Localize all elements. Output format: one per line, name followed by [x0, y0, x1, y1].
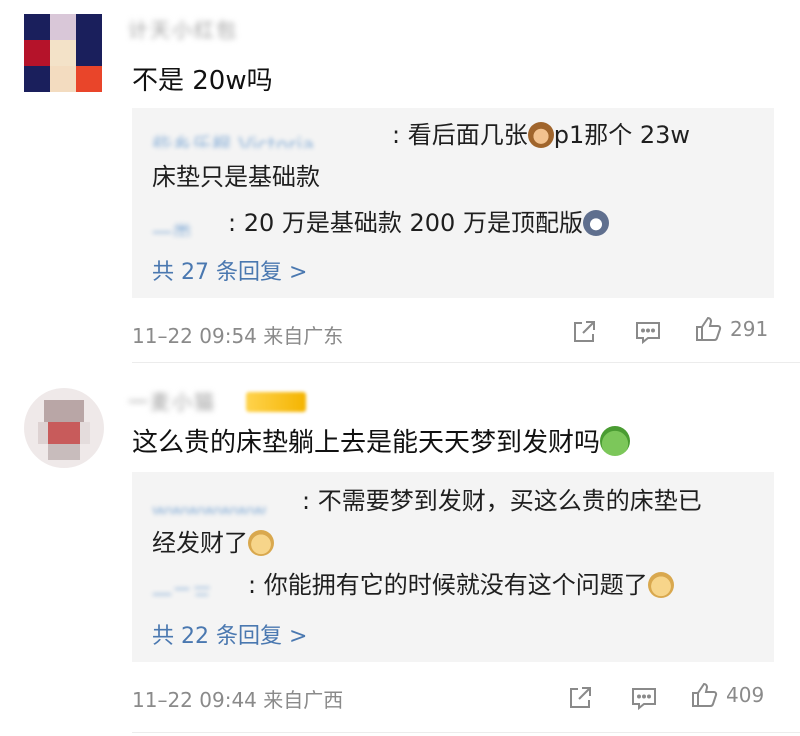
reply-text: 20 万是基础款 200 万是顶配版 [243, 209, 583, 237]
like-button[interactable]: 409 [690, 680, 764, 710]
dog-face-icon [582, 210, 609, 236]
divider [132, 362, 800, 363]
reply-box[interactable]: wwwwwww: 不需要梦到发财，买这么贵的床垫已 经发财了 一二三: 你能拥有… [132, 472, 774, 662]
thumbs-up-icon [696, 316, 722, 341]
divider [132, 732, 800, 733]
location: 来自广西 [263, 688, 344, 712]
share-icon [574, 321, 595, 342]
comment-button[interactable] [630, 684, 658, 712]
reply-username[interactable]: 一二三 [152, 574, 248, 598]
see-no-evil-monkey-icon [527, 122, 554, 148]
avatar[interactable] [24, 388, 104, 468]
reply-text-line2: 经发财了 [152, 529, 248, 557]
like-count: 291 [730, 317, 769, 341]
reply-item[interactable]: wwwwwww: 不需要梦到发财，买这么贵的床垫已 经发财了 [152, 480, 758, 564]
thumbs-up-icon [692, 682, 718, 707]
reply-username[interactable]: 一类 [152, 212, 228, 236]
member-badge [246, 392, 306, 412]
location: 来自广东 [263, 324, 344, 348]
share-button[interactable] [570, 318, 598, 346]
frog-face-icon [600, 426, 631, 456]
doge-icon [647, 572, 674, 598]
comment-icon [632, 688, 656, 711]
reply-text-line2: 床垫只是基础款 [152, 163, 320, 191]
comment-card: 计天小红包 不是 20w吗 些乡乐枫 Victoria: 看后面几张 p1那个 2… [0, 0, 800, 364]
comment-meta: 11–22 09:44 来自广西 [132, 684, 343, 713]
reply-item[interactable]: 一二三: 你能拥有它的时候就没有这个问题了 [152, 564, 758, 606]
comment-text: 不是 20w吗 [132, 66, 273, 96]
reply-username[interactable]: wwwwwww [152, 490, 302, 514]
share-button[interactable] [566, 684, 594, 712]
comment-button[interactable] [634, 318, 662, 346]
share-icon [570, 687, 591, 708]
like-button[interactable]: 291 [694, 314, 768, 344]
timestamp: 11–22 09:44 [132, 688, 257, 712]
comment-icon [636, 322, 660, 345]
comment-text: 这么贵的床垫躺上去是能天天梦到发财吗 [132, 422, 631, 459]
username[interactable]: 一麦小猫 [128, 386, 248, 412]
avatar[interactable] [24, 14, 102, 92]
reply-box[interactable]: 些乡乐枫 Victoria: 看后面几张 p1那个 23w 床垫只是基础款 一类:… [132, 108, 774, 298]
reply-text-cont: p1那个 23w [553, 121, 691, 149]
doge-icon [248, 530, 274, 556]
more-replies-link[interactable]: 共 22 条回复 > [152, 618, 307, 650]
reply-item[interactable]: 一类: 20 万是基础款 200 万是顶配版 [152, 202, 758, 244]
username[interactable]: 计天小红包 [128, 14, 268, 40]
reply-text: 看后面几张 [407, 121, 528, 149]
reply-item[interactable]: 些乡乐枫 Victoria: 看后面几张 p1那个 23w 床垫只是基础款 [152, 114, 758, 198]
comment-meta: 11–22 09:54 来自广东 [132, 320, 343, 349]
more-replies-link[interactable]: 共 27 条回复 > [152, 254, 307, 286]
reply-text: 你能拥有它的时候就没有这个问题了 [263, 571, 648, 599]
timestamp: 11–22 09:54 [132, 324, 257, 348]
comment-card: 一麦小猫 这么贵的床垫躺上去是能天天梦到发财吗 wwwwwww: 不需要梦到发财… [0, 366, 800, 736]
like-count: 409 [726, 683, 765, 707]
reply-text: 不需要梦到发财，买这么贵的床垫已 [317, 487, 702, 515]
reply-username[interactable]: 些乡乐枫 Victoria [152, 124, 392, 148]
